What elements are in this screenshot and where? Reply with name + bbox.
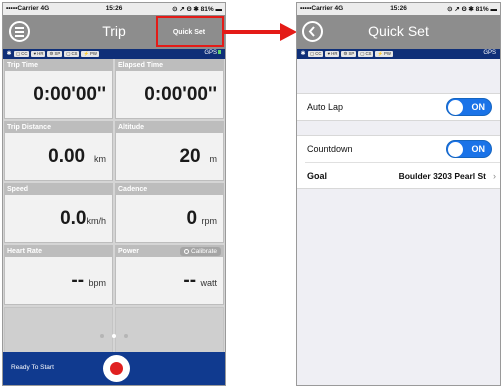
cell-label: Altitude	[116, 122, 223, 133]
cell-label: Heart Rate	[5, 246, 112, 257]
nav-bar: Trip Quick Set	[3, 15, 225, 49]
cell-value: 0.0km/h	[60, 208, 106, 229]
cell-label: Trip Distance	[5, 122, 112, 133]
cell-heart-rate[interactable]: Heart Rate -- bpm	[4, 245, 113, 305]
goal-row[interactable]: Goal Boulder 3203 Pearl St ›	[305, 162, 500, 188]
cell-value: 0.00 km	[48, 146, 106, 167]
clock: 15:26	[390, 5, 407, 12]
status-icons: ⊙ ↗ Θ ✱ 81% ▬	[447, 6, 497, 13]
ready-status: Ready To Start	[11, 364, 54, 371]
page-title: Quick Set	[368, 23, 429, 39]
gps-status: GPS	[483, 50, 496, 56]
quick-set-screen: •••••Carrier 4G 15:26 ⊙ ↗ Θ ✱ 81% ▬ Quic…	[296, 2, 501, 386]
status-bar: •••••Carrier 4G 15:26 ⊙ ↗ Θ ✱ 81% ▬	[3, 3, 225, 15]
countdown-group: Countdown ON Goal Boulder 3203 Pearl St …	[297, 135, 500, 189]
cell-value: 0 rpm	[186, 208, 218, 229]
nav-bar: Quick Set	[297, 15, 500, 49]
cell-unit: m	[209, 154, 218, 164]
page-dot	[99, 334, 104, 338]
cell-label: Elapsed Time	[116, 60, 223, 71]
countdown-row: Countdown ON	[297, 136, 500, 162]
cell-unit: bpm	[88, 278, 106, 288]
cell-label: Cadence	[116, 184, 223, 195]
cell-value: 20 m	[179, 146, 218, 167]
cell-altitude[interactable]: Altitude 20 m	[115, 121, 224, 181]
cell-value: -- bpm	[71, 270, 106, 291]
cell-speed[interactable]: Speed 0.0km/h	[4, 183, 113, 243]
cell-unit: rpm	[201, 216, 218, 226]
page-dot	[124, 334, 129, 338]
record-icon	[110, 362, 123, 375]
goal-label: Goal	[307, 171, 328, 181]
sensor-pw: ⚡ PW	[81, 51, 99, 57]
toggle-knob	[448, 100, 463, 115]
sensor-pw: ⚡ PW	[375, 51, 393, 57]
countdown-label: Countdown	[307, 144, 353, 154]
countdown-toggle[interactable]: ON	[446, 140, 492, 158]
cell-unit: watt	[200, 278, 217, 288]
gps-status: GPS	[204, 50, 221, 56]
bluetooth-icon: ✱	[300, 50, 306, 57]
bluetooth-icon: ✱	[6, 50, 12, 57]
cell-label: Trip Time	[5, 60, 112, 71]
carrier-label: •••••Carrier 4G	[300, 5, 344, 12]
cell-elapsed-time[interactable]: Elapsed Time 0:00'00''	[115, 59, 224, 119]
cell-power[interactable]: Power Calibrate -- watt	[115, 245, 224, 305]
auto-lap-label: Auto Lap	[307, 102, 344, 112]
auto-lap-row: Auto Lap ON	[297, 94, 500, 120]
sensor-cc: ▢ CC	[308, 51, 324, 57]
cell-value: -- watt	[183, 270, 217, 291]
calibrate-icon	[183, 249, 189, 254]
sensor-sp: ⚙ SP	[47, 51, 63, 57]
chevron-right-icon: ›	[493, 171, 496, 181]
record-button[interactable]	[103, 355, 130, 382]
cell-unit: km/h	[86, 216, 106, 226]
goal-value: Boulder 3203 Pearl St	[398, 171, 486, 181]
cell-trip-time[interactable]: Trip Time 0:00'00''	[4, 59, 113, 119]
status-icons: ⊙ ↗ Θ ✱ 81% ▬	[172, 6, 222, 13]
cell-unit: km	[94, 154, 106, 164]
bottom-bar: Ready To Start	[3, 352, 225, 385]
auto-lap-group: Auto Lap ON	[297, 93, 500, 121]
toggle-knob	[448, 142, 463, 157]
cell-value: 0:00'00''	[144, 84, 217, 105]
sensor-cs: ▢ CS	[358, 51, 374, 57]
cell-trip-distance[interactable]: Trip Distance 0.00 km	[4, 121, 113, 181]
page-indicator[interactable]	[3, 325, 225, 343]
sensor-sp: ⚙ SP	[341, 51, 357, 57]
sensor-bar: ✱ ▢ CC ♥ HR ⚙ SP ▢ CS ⚡ PW GPS	[297, 49, 500, 59]
sensor-hr: ♥ HR	[325, 51, 340, 57]
red-arrow-icon	[224, 23, 297, 41]
auto-lap-toggle[interactable]: ON	[446, 98, 492, 116]
status-bar: •••••Carrier 4G 15:26 ⊙ ↗ Θ ✱ 81% ▬	[297, 3, 500, 15]
page-dot-active	[112, 334, 116, 338]
gps-signal-icon	[218, 50, 221, 54]
clock: 15:26	[105, 5, 123, 12]
sensor-hr: ♥ HR	[31, 51, 46, 57]
sensor-cc: ▢ CC	[14, 51, 30, 57]
carrier-label: •••••Carrier 4G	[6, 5, 50, 12]
sensor-cs: ▢ CS	[64, 51, 80, 57]
sensor-bar: ✱ ▢ CC ♥ HR ⚙ SP ▢ CS ⚡ PW GPS	[3, 49, 225, 59]
cell-label: Speed	[5, 184, 112, 195]
cell-cadence[interactable]: Cadence 0 rpm	[115, 183, 224, 243]
highlight-box	[156, 16, 224, 47]
calibrate-button[interactable]: Calibrate	[179, 247, 221, 256]
trip-screen: •••••Carrier 4G 15:26 ⊙ ↗ Θ ✱ 81% ▬ Trip…	[2, 2, 226, 386]
cell-value: 0:00'00''	[33, 84, 106, 105]
